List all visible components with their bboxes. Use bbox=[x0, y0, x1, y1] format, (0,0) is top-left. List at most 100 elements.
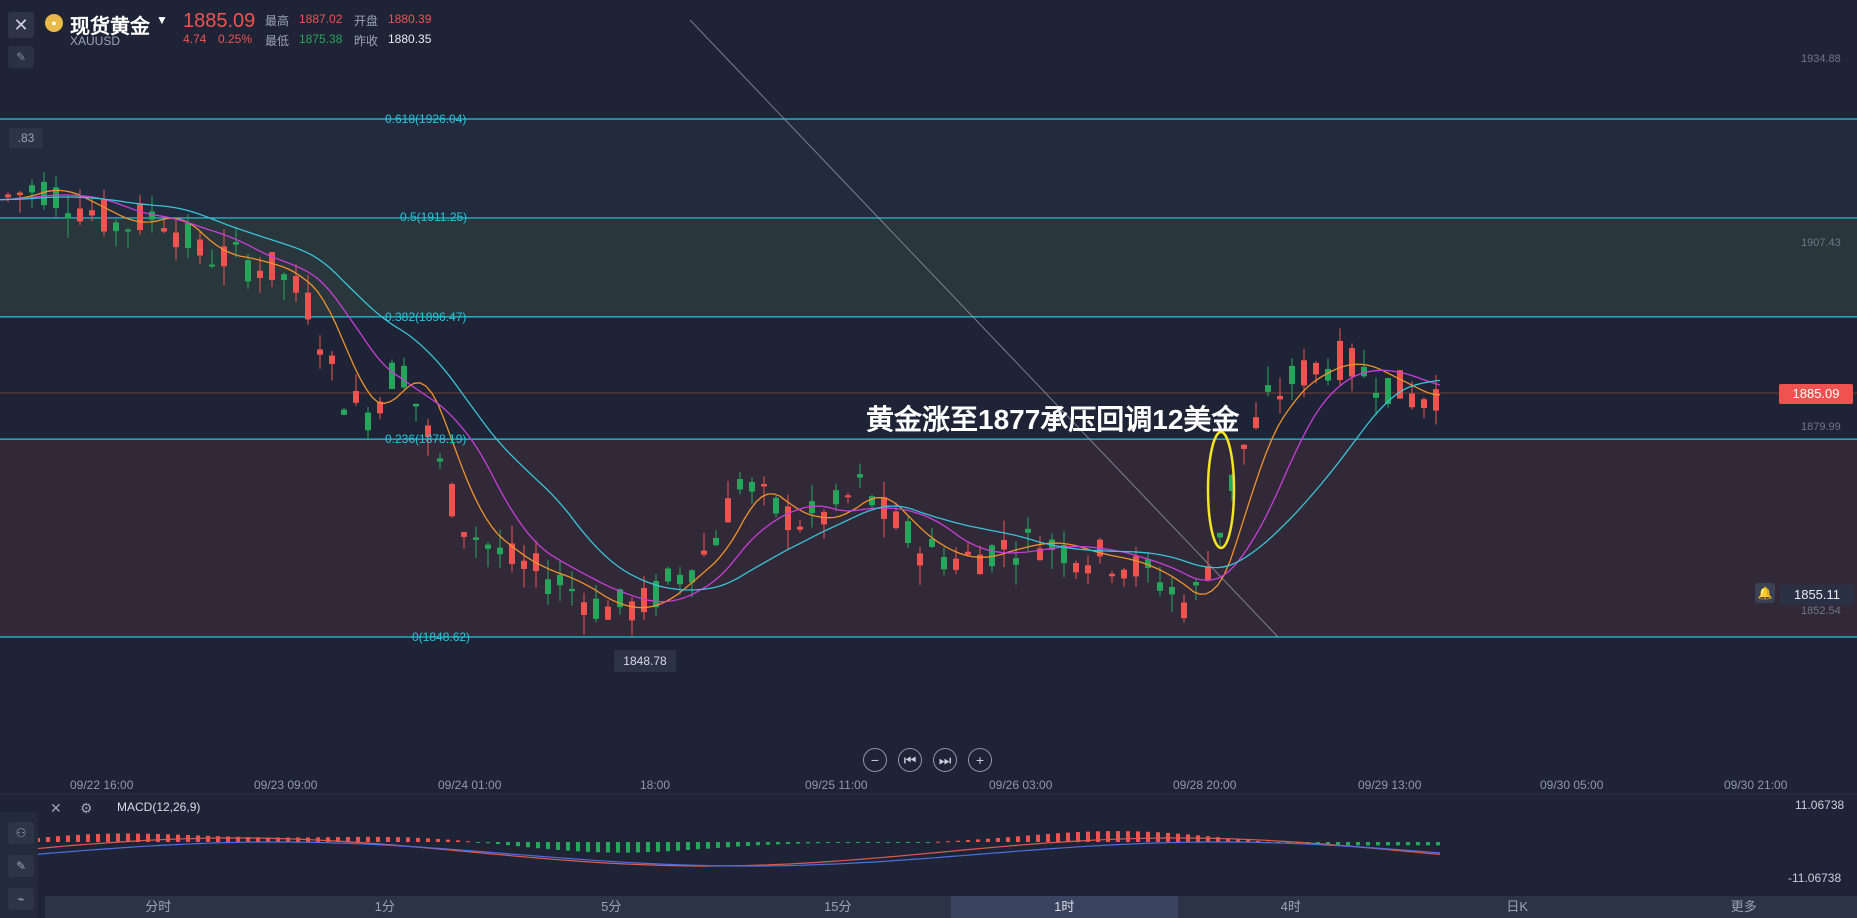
macd-bar bbox=[676, 842, 680, 851]
fib-label-0: 0(1848.62) bbox=[412, 630, 471, 644]
open-label: 开盘 bbox=[354, 14, 379, 28]
candle-body bbox=[401, 365, 407, 388]
macd-bar bbox=[1026, 835, 1030, 842]
candle-body bbox=[1313, 362, 1319, 375]
candle-body bbox=[1085, 565, 1091, 574]
scroll-start-button[interactable]: ⏮ bbox=[898, 748, 922, 772]
macd-bar bbox=[1036, 834, 1040, 842]
macd-bar bbox=[616, 842, 620, 853]
macd-bar bbox=[576, 842, 580, 852]
indicator-icon[interactable]: ⚇ bbox=[8, 822, 34, 844]
low-value: 1875.38 bbox=[299, 32, 343, 46]
price-change-percent: 0.25% bbox=[218, 32, 253, 46]
candle-body bbox=[1277, 395, 1283, 400]
candle-body bbox=[317, 349, 323, 355]
macd-label: MACD(12,26,9) bbox=[117, 800, 201, 814]
candle-body bbox=[521, 560, 527, 569]
price-alert-value[interactable]: 1855.11 bbox=[1780, 585, 1854, 605]
candle-body bbox=[581, 602, 587, 615]
pencil-icon[interactable]: ✎ bbox=[8, 855, 34, 877]
macd-bar bbox=[646, 842, 650, 853]
candle-body bbox=[449, 484, 455, 517]
candle-body bbox=[413, 403, 419, 407]
candle-body bbox=[1025, 528, 1031, 533]
candle-body bbox=[1301, 360, 1307, 386]
bell-icon[interactable]: 🔔 bbox=[1755, 583, 1775, 603]
macd-bar bbox=[746, 842, 750, 846]
candle-body bbox=[149, 211, 155, 220]
candle-body bbox=[713, 537, 719, 546]
macd-bar bbox=[166, 834, 170, 842]
macd-bar bbox=[656, 842, 660, 852]
macd-bar bbox=[76, 834, 80, 842]
fib-label-05: 0.5(1911.25) bbox=[400, 210, 468, 224]
low-marker-tag: 1848.78 bbox=[614, 650, 676, 672]
macd-bar bbox=[1006, 837, 1010, 842]
macd-bar bbox=[446, 839, 450, 842]
prev-close-label: 昨收 bbox=[354, 34, 379, 48]
period-tabs: 分时 1分 5分 15分 1时 4时 日K 更多 bbox=[45, 896, 1857, 918]
zoom-out-button[interactable]: − bbox=[863, 748, 887, 772]
macd-bar bbox=[66, 835, 70, 842]
macd-bar bbox=[896, 842, 900, 843]
candle-body bbox=[953, 558, 959, 570]
tab-15min[interactable]: 15分 bbox=[725, 896, 952, 918]
candle-body bbox=[941, 557, 947, 570]
tab-1hour[interactable]: 1时 bbox=[951, 896, 1178, 918]
fib-zone-top bbox=[0, 119, 1857, 218]
candle-body bbox=[389, 362, 395, 389]
macd-bar bbox=[436, 838, 440, 842]
candle-body bbox=[341, 409, 347, 415]
candle-body bbox=[1361, 366, 1367, 377]
draw-tool-icon[interactable]: ✎ bbox=[8, 46, 34, 68]
macd-bar bbox=[566, 842, 570, 851]
macd-bar bbox=[856, 842, 860, 843]
macd-bar bbox=[706, 842, 710, 849]
candle-body bbox=[1133, 556, 1139, 577]
macd-bar bbox=[216, 836, 220, 842]
candle-body bbox=[89, 210, 95, 216]
candle-body bbox=[257, 270, 263, 278]
tab-1min[interactable]: 1分 bbox=[272, 896, 499, 918]
candle-body bbox=[1121, 569, 1127, 579]
macd-bar bbox=[876, 842, 880, 843]
tab-5min[interactable]: 5分 bbox=[498, 896, 725, 918]
candle-body bbox=[197, 239, 203, 256]
candle-body bbox=[485, 544, 491, 549]
macd-bar bbox=[1146, 831, 1150, 842]
candle-body bbox=[329, 355, 335, 364]
close-indicator-icon[interactable]: ✕ bbox=[50, 800, 62, 817]
close-icon[interactable]: ✕ bbox=[8, 12, 34, 38]
candle-body bbox=[497, 547, 503, 555]
time-tick: 09/25 11:00 bbox=[805, 778, 868, 792]
macd-bar bbox=[756, 842, 760, 846]
chevron-down-icon[interactable]: ▼ bbox=[156, 13, 168, 27]
macd-bar bbox=[1366, 842, 1370, 846]
current-price-tag: 1885.09 bbox=[1779, 384, 1853, 404]
macd-bar bbox=[626, 842, 630, 853]
macd-bar bbox=[596, 842, 600, 853]
candle-body bbox=[1253, 417, 1259, 429]
scroll-end-button[interactable]: ⏭ bbox=[933, 748, 957, 772]
macd-bar bbox=[226, 836, 230, 842]
macd-axis-top: 11.06738 bbox=[1795, 798, 1845, 812]
tab-timeshare[interactable]: 分时 bbox=[45, 896, 272, 918]
candle-body bbox=[1205, 566, 1211, 581]
tab-more[interactable]: 更多 bbox=[1631, 896, 1857, 918]
macd-bar bbox=[426, 838, 430, 842]
tab-daily[interactable]: 日K bbox=[1404, 896, 1631, 918]
settings-icon[interactable]: ⚙ bbox=[80, 800, 93, 817]
tab-4hour[interactable]: 4时 bbox=[1178, 896, 1405, 918]
axis-label: 1907.43 bbox=[1801, 237, 1841, 249]
chart-type-icon[interactable]: ⌁ bbox=[8, 888, 34, 910]
fib-zone-upper bbox=[0, 217, 1857, 317]
zoom-in-button[interactable]: + bbox=[968, 748, 992, 772]
candle-body bbox=[677, 574, 683, 585]
candle-body bbox=[1169, 587, 1175, 595]
candle-body bbox=[905, 521, 911, 544]
macd-bar bbox=[1436, 842, 1440, 846]
candle-body bbox=[569, 588, 575, 592]
time-tick: 09/24 01:00 bbox=[438, 778, 502, 792]
macd-bar bbox=[1426, 842, 1430, 846]
macd-bar bbox=[1116, 831, 1120, 842]
